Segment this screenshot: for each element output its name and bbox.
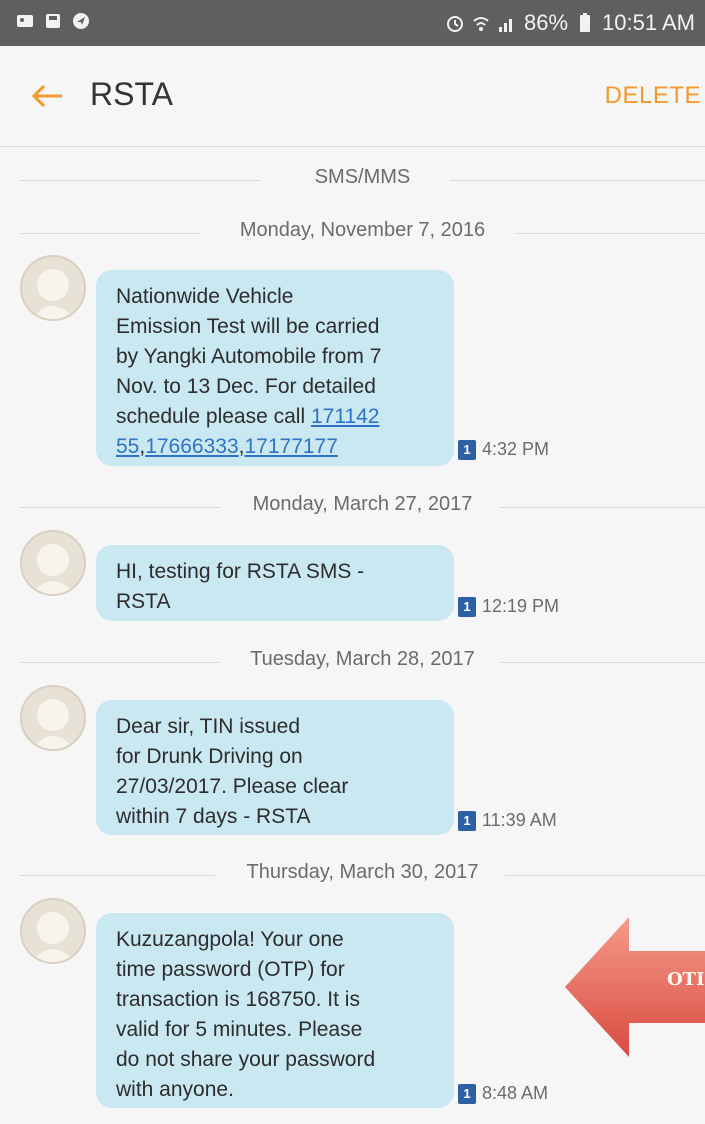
message-time: 8:48 AM: [482, 1083, 549, 1103]
person-avatar-icon: [32, 699, 74, 749]
message-time: 12:19 PM: [482, 596, 560, 616]
sim-icon: 1: [458, 810, 476, 831]
message-line: do not share your password: [116, 1048, 376, 1071]
message-line: within 7 days - RSTA: [116, 805, 311, 828]
battery-percentage: 86%: [524, 10, 569, 35]
delete-button[interactable]: DELETE: [605, 82, 701, 110]
date-divider: Monday, November 7, 2016: [20, 219, 705, 247]
date-label: Tuesday, March 28, 2017: [234, 648, 491, 670]
message-line: 55,17666333,17177177: [116, 435, 338, 458]
message-meta: 1 11:39 AM: [458, 810, 557, 831]
message-line: schedule please call 171142: [116, 402, 436, 432]
date-label: Monday, November 7, 2016: [223, 219, 502, 241]
contact-avatar[interactable]: [20, 898, 86, 964]
date-divider: Monday, March 27, 2017: [20, 493, 705, 521]
message-line: 27/03/2017. Please clear: [116, 775, 349, 798]
phone-link[interactable]: 17666333: [145, 435, 238, 458]
message-line: by Yangki Automobile from 7: [116, 345, 382, 368]
sim-icon: 1: [458, 439, 476, 460]
alarm-icon: [447, 16, 463, 32]
channel-divider: SMS/MMS: [20, 166, 705, 194]
battery-icon: [580, 13, 591, 32]
message-time: 11:39 AM: [482, 810, 557, 830]
message-line: RSTA: [116, 590, 171, 613]
navigation-icon: [73, 13, 89, 29]
message-bubble[interactable]: Kuzuzangpola! Your one time password (OT…: [96, 913, 454, 1108]
conversation-title: RSTA: [90, 76, 173, 112]
message-line: time password (OTP) for: [116, 958, 345, 981]
message-line: for Drunk Driving on: [116, 745, 303, 768]
message-line: Nov. to 13 Dec. For detailed: [116, 375, 376, 398]
message-line: Dear sir, TIN issued: [116, 715, 301, 738]
date-divider: Thursday, March 30, 2017: [20, 861, 705, 889]
contact-avatar[interactable]: [20, 530, 86, 596]
sim-icon: 1: [458, 596, 476, 617]
date-label: Thursday, March 30, 2017: [230, 861, 495, 883]
status-time: 10:51 AM: [602, 10, 695, 35]
app-bar: RSTA DELETE: [0, 46, 705, 147]
status-icons-left: [16, 12, 90, 30]
message-meta: 1 8:48 AM: [458, 1083, 548, 1104]
message-line: transaction is 168750. It is: [116, 988, 360, 1011]
message-line: HI, testing for RSTA SMS -: [116, 560, 365, 583]
status-bar: 86% 10:51 AM: [0, 0, 705, 46]
phone-link[interactable]: 55: [116, 435, 139, 458]
save-icon: [46, 14, 60, 28]
wifi-icon: [473, 17, 489, 31]
annotation-label: OTI: [667, 969, 705, 990]
date-label: Monday, March 27, 2017: [236, 493, 489, 515]
image-icon: [17, 15, 33, 27]
person-avatar-icon: [32, 269, 74, 319]
person-avatar-icon: [32, 544, 74, 594]
message-bubble[interactable]: Dear sir, TIN issued for Drunk Driving o…: [96, 700, 454, 835]
message-line: valid for 5 minutes. Please: [116, 1018, 363, 1041]
sim-icon: 1: [458, 1083, 476, 1104]
message-line: with anyone.: [116, 1078, 234, 1101]
signal-icon: [499, 19, 512, 32]
message-meta: 1 4:32 PM: [458, 439, 549, 460]
message-text: schedule please call: [116, 405, 311, 428]
person-avatar-icon: [32, 912, 74, 962]
message-time: 4:32 PM: [482, 439, 550, 459]
contact-avatar[interactable]: [20, 685, 86, 751]
phone-link[interactable]: 171142: [311, 405, 380, 428]
message-line: Kuzuzangpola! Your one: [116, 928, 344, 951]
message-bubble[interactable]: HI, testing for RSTA SMS - RSTA: [96, 545, 454, 621]
back-button[interactable]: [26, 74, 70, 118]
status-icons-right: 86% 10:51 AM: [446, 10, 695, 36]
phone-link[interactable]: 17177177: [244, 435, 337, 458]
channel-label: SMS/MMS: [298, 166, 427, 188]
contact-avatar[interactable]: [20, 255, 86, 321]
message-bubble[interactable]: Nationwide Vehicle Emission Test will be…: [96, 270, 454, 466]
message-line: Nationwide Vehicle: [116, 285, 294, 308]
back-arrow-icon: [31, 84, 62, 108]
date-divider: Tuesday, March 28, 2017: [20, 648, 705, 676]
message-meta: 1 12:19 PM: [458, 596, 559, 617]
message-line: Emission Test will be carried: [116, 315, 380, 338]
